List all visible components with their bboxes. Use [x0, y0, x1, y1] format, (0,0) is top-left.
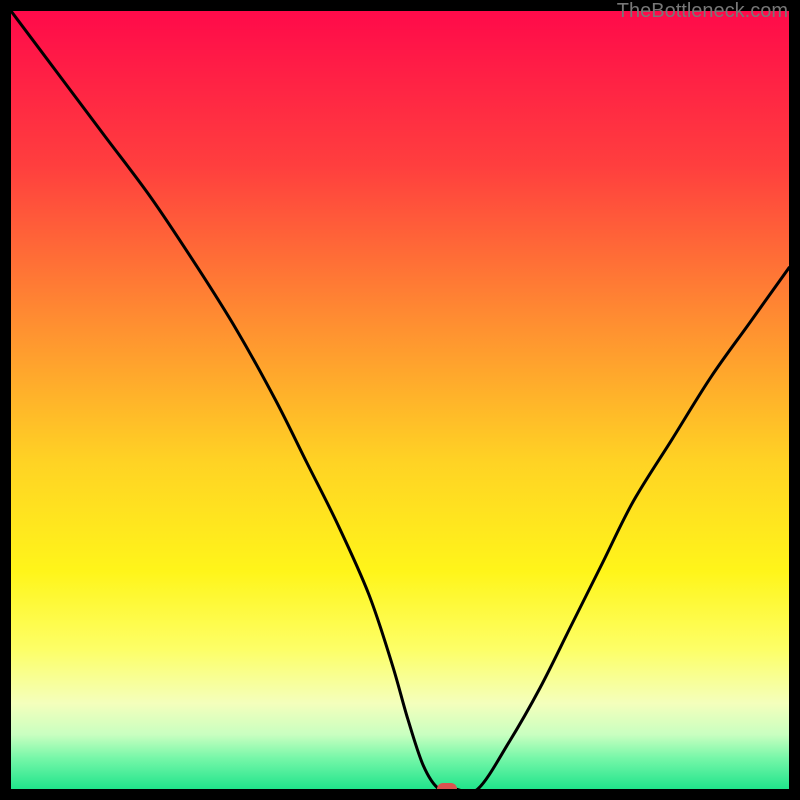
chart-container: TheBottleneck.com — [0, 0, 800, 800]
plot-area — [11, 11, 789, 789]
bottleneck-curve — [11, 11, 789, 789]
watermark-text: TheBottleneck.com — [617, 0, 788, 23]
bottleneck-marker — [437, 783, 457, 789]
curve-svg — [11, 11, 789, 789]
